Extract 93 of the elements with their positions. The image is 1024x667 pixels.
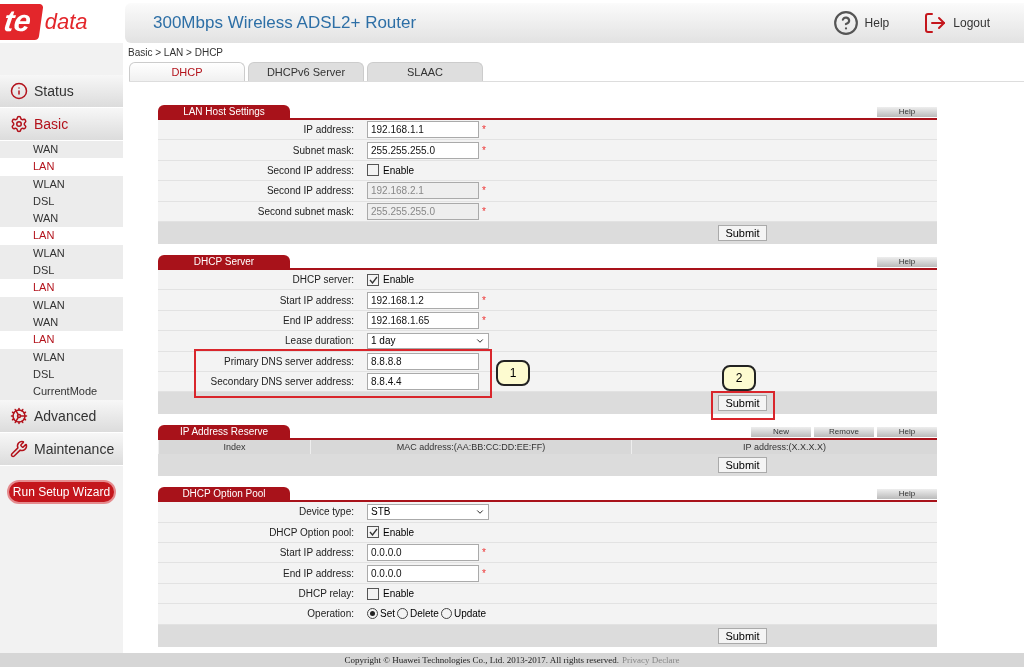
field-label: Second IP address: — [265, 185, 355, 197]
checkbox[interactable] — [367, 273, 379, 286]
highlight-frame — [711, 391, 775, 420]
required-mark: * — [482, 314, 486, 326]
submenu-item[interactable]: WAN — [0, 141, 123, 159]
panel-title: DHCP Server — [158, 254, 290, 268]
panel-title: IP Address Reserve — [158, 425, 290, 439]
copyright-text: Copyright © Huawei Technologies Co., Ltd. 2013-2017. All rights reserved. — [344, 655, 619, 665]
required-mark: * — [482, 205, 486, 217]
router-title: 300Mbps Wireless ADSL2+ Router — [153, 13, 418, 33]
input-field[interactable]: 8.8.8.8 — [367, 352, 479, 370]
required-mark: * — [482, 294, 486, 306]
radio-label: Set — [380, 608, 395, 620]
logo-text: data — [44, 8, 88, 35]
setup-wizard-button[interactable]: Run Setup Wizard — [6, 480, 117, 505]
field-label: Device type: — [297, 506, 355, 518]
radio-label: Update — [453, 608, 487, 620]
callout: 2 — [722, 365, 756, 391]
field-label: Subnet mask: — [291, 144, 355, 156]
submenu-item[interactable]: LAN — [0, 227, 123, 245]
dropdown[interactable]: STB — [367, 504, 489, 520]
submit-button[interactable]: Submit — [718, 224, 767, 241]
input-field[interactable]: 0.0.0.0 — [367, 544, 479, 562]
callout: 1 — [496, 360, 530, 386]
required-mark: * — [482, 567, 486, 579]
tab[interactable]: SLAAC — [367, 62, 483, 81]
nav-item[interactable]: Basic — [0, 108, 123, 141]
field-label: DHCP Option pool: — [268, 526, 355, 538]
checkbox-label: Enable — [383, 526, 415, 538]
field-label: Operation: — [306, 608, 355, 620]
submenu-item[interactable]: LAN — [0, 279, 123, 297]
nav-item[interactable]: Maintenance — [0, 433, 123, 467]
required-mark: * — [482, 547, 486, 559]
submit-button[interactable]: Submit — [718, 395, 767, 412]
help-icon — [832, 10, 859, 36]
submenu-item[interactable]: LAN — [0, 158, 123, 176]
wrench-icon — [10, 440, 28, 459]
submenu-item[interactable]: LAN — [0, 331, 123, 349]
radio-label: Delete — [410, 608, 439, 620]
submit-button[interactable]: Submit — [718, 457, 767, 474]
field-label: IP address: — [302, 124, 355, 136]
logo-mark: te — [0, 3, 44, 40]
tab[interactable]: DHCPv6 Server — [248, 62, 364, 81]
submenu-item[interactable]: DSL — [0, 262, 123, 280]
nav-item[interactable]: Advanced — [0, 400, 123, 434]
checkbox-label: Enable — [383, 588, 415, 600]
field-label: Lease duration: — [284, 335, 355, 347]
logout-icon — [923, 11, 948, 35]
field-label: Start IP address: — [278, 547, 355, 559]
field-label: DHCP server: — [291, 274, 355, 286]
checkbox[interactable] — [367, 164, 379, 177]
cog-icon — [10, 407, 28, 426]
panel-action-button[interactable]: Remove — [814, 427, 874, 438]
panel-action-button[interactable]: New — [751, 427, 811, 438]
input-field[interactable]: 0.0.0.0 — [367, 564, 479, 582]
field-label: Second subnet mask: — [256, 205, 355, 217]
nav-item[interactable]: Status — [0, 75, 123, 108]
panel-title: DHCP Option Pool — [158, 487, 290, 501]
panel-action-button[interactable]: Help — [877, 107, 937, 117]
required-mark: * — [482, 124, 486, 136]
input-field[interactable]: 192.168.1.1 — [367, 121, 479, 139]
required-mark: * — [482, 144, 486, 156]
input-field[interactable]: 8.8.4.4 — [367, 373, 479, 391]
panel-action-button[interactable]: Help — [877, 427, 937, 438]
field-label: End IP address: — [282, 567, 355, 579]
field-label: Start IP address: — [278, 294, 355, 306]
panel-action-button[interactable]: Help — [877, 489, 937, 500]
chevron-down-icon — [475, 507, 485, 517]
submenu-item[interactable]: CurrentMode — [0, 383, 123, 401]
logout-link[interactable]: Logout — [923, 11, 990, 35]
gear-icon — [10, 115, 28, 133]
panel-action-button[interactable]: Help — [877, 256, 937, 267]
input-field[interactable]: 192.168.1.65 — [367, 311, 479, 329]
field-label: DHCP relay: — [297, 588, 355, 600]
submenu-item[interactable]: WAN — [0, 210, 123, 228]
checkbox-label: Enable — [383, 164, 415, 176]
submit-button[interactable]: Submit — [718, 627, 767, 644]
field-label: End IP address: — [282, 314, 355, 326]
field-label: Second IP address: — [265, 164, 355, 176]
tab[interactable]: DHCP — [129, 62, 245, 81]
required-mark: * — [482, 185, 486, 197]
dropdown[interactable]: 1 day — [367, 332, 489, 349]
help-link[interactable]: Help — [832, 10, 890, 36]
field-label: Primary DNS server address: — [222, 355, 355, 367]
panel-title: LAN Host Settings — [158, 105, 290, 118]
checkbox-label: Enable — [383, 274, 415, 286]
info-icon — [10, 82, 28, 100]
input-field[interactable]: 192.168.1.2 — [367, 291, 479, 309]
checkbox[interactable] — [367, 587, 379, 600]
breadcrumb: Basic > LAN > DHCP — [128, 47, 225, 58]
field-label: Secondary DNS server address: — [209, 376, 355, 388]
checkbox[interactable] — [367, 526, 379, 539]
input-field[interactable]: 255.255.255.0 — [367, 141, 479, 159]
